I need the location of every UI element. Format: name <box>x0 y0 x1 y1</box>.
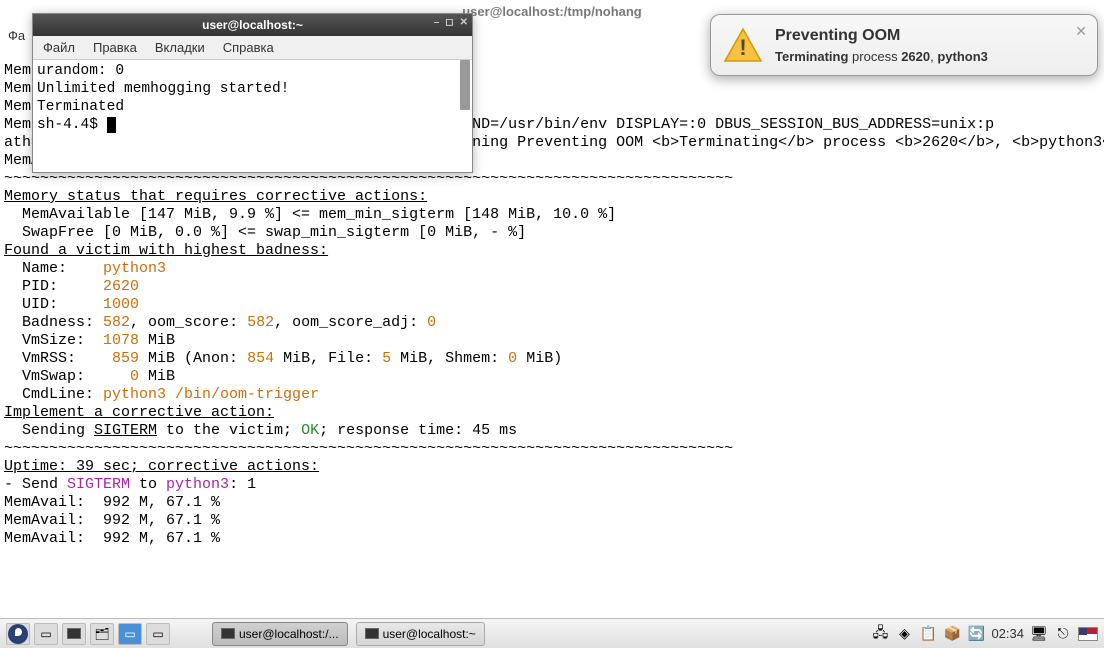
logout-tray-icon[interactable]: ⎋ <box>1054 625 1072 643</box>
terminal-icon <box>365 628 379 639</box>
victim-vmswap-label: VmSwap: <box>4 368 130 385</box>
maximize-button[interactable]: ◻ <box>445 17 453 28</box>
header-memstatus: Memory status that requires corrective a… <box>4 188 427 205</box>
taskbar: ▭ 🗂 ▭ ▭ user@localhost:/... user@localho… <box>0 618 1104 648</box>
mem-line: Mem <box>4 80 31 97</box>
victim-name-label: Name: <box>4 260 103 277</box>
taskbar-item-terminal-2[interactable]: user@localhost:~ <box>356 622 485 646</box>
victim-shmem: 0 <box>508 350 517 367</box>
notification-body: Terminating process 2620, python3 <box>775 49 1085 64</box>
ok-label: OK <box>301 422 319 439</box>
victim-pid-label: PID: <box>4 278 103 295</box>
floating-window-menubar: Файл Правка Вкладки Справка <box>33 36 472 60</box>
victim-cmd-label: CmdLine: <box>4 386 103 403</box>
memavail-line: MemAvail: 992 M, 67.1 % <box>4 512 220 529</box>
term-line: Unlimited memhogging started! <box>37 81 289 97</box>
swapfree-detail: SwapFree [0 MiB, 0.0 %] <= swap_min_sigt… <box>4 224 526 241</box>
victim-oomscore: 582 <box>247 314 274 331</box>
network-tray-icon[interactable]: 🖧 <box>871 625 889 643</box>
victim-cmd: python3 /bin/oom-trigger <box>103 386 319 403</box>
file-manager-launcher-icon[interactable]: 🗂 <box>90 623 114 645</box>
victim-name: python3 <box>103 260 166 277</box>
menu-help[interactable]: Справка <box>223 40 274 55</box>
warning-icon: ! <box>723 25 763 65</box>
package-tray-icon[interactable]: 📦 <box>943 625 961 643</box>
floating-terminal-body[interactable]: urandom: 0 Unlimited memhogging started!… <box>33 60 472 172</box>
summary-sigterm: SIGTERM <box>67 476 130 493</box>
notification-title: Preventing OOM <box>775 27 1085 45</box>
display-tray-icon[interactable]: 🖥 <box>1030 625 1048 643</box>
victim-badness-label: Badness: <box>4 314 103 331</box>
menu-file[interactable]: Файл <box>43 40 75 55</box>
header-corrective: Implement a corrective action: <box>4 404 274 421</box>
close-button[interactable]: ✕ <box>460 17 468 28</box>
menu-tabs[interactable]: Вкладки <box>155 40 205 55</box>
show-desktop-button[interactable]: ▭ <box>34 623 58 645</box>
svg-text:!: ! <box>739 35 746 60</box>
term-prompt: sh-4.4$ <box>37 117 107 133</box>
background-menu-fragment: Фа <box>8 28 25 43</box>
taskbar-item-label: user@localhost:~ <box>383 627 476 641</box>
floating-terminal-window[interactable]: user@localhost:~ – ◻ ✕ Файл Правка Вклад… <box>32 13 473 173</box>
scrollbar[interactable] <box>460 60 470 110</box>
victim-vmswap: 0 <box>130 368 139 385</box>
notification-close-icon[interactable]: ✕ <box>1075 23 1087 40</box>
notification-bubble[interactable]: ! Preventing OOM Terminating process 262… <box>710 14 1098 76</box>
victim-uid: 1000 <box>103 296 139 313</box>
floating-window-titlebar[interactable]: user@localhost:~ – ◻ ✕ <box>33 14 472 36</box>
victim-pid: 2620 <box>103 278 139 295</box>
mem-line: Mem <box>4 62 31 79</box>
memavail-detail: MemAvailable [147 MiB, 9.9 %] <= mem_min… <box>4 206 616 223</box>
menu-edit[interactable]: Правка <box>93 40 137 55</box>
taskbar-item-terminal-1[interactable]: user@localhost:/... <box>212 622 348 646</box>
cmd-tail: MMAND=/usr/bin/env DISPLAY=:0 DBUS_SESSI… <box>445 116 994 133</box>
taskbar-item-label: user@localhost:/... <box>239 627 339 641</box>
victim-anon: 854 <box>247 350 274 367</box>
floating-window-title: user@localhost:~ <box>202 18 303 32</box>
victim-badness: 582 <box>103 314 130 331</box>
audio-tray-icon[interactable]: ◈ <box>895 625 913 643</box>
victim-vmrss-label: VmRSS: <box>4 350 112 367</box>
victim-vmsize-label: VmSize: <box>4 332 103 349</box>
updates-tray-icon[interactable]: 🔄 <box>967 625 985 643</box>
start-menu-button[interactable] <box>6 623 30 645</box>
term-line: Terminated <box>37 99 124 115</box>
divider-line: ~~~~~~~~~~~~~~~~~~~~~~~~~~~~~~~~~~~~~~~~… <box>4 440 733 457</box>
memavail-line: MemAvail: 992 M, 67.1 % <box>4 494 220 511</box>
term-line: urandom: 0 <box>37 63 124 79</box>
clipboard-tray-icon[interactable]: 📋 <box>919 625 937 643</box>
victim-oomadj: 0 <box>427 314 436 331</box>
victim-vmrss: 859 <box>112 350 139 367</box>
workspace-1-button[interactable]: ▭ <box>118 623 142 645</box>
memavail-line: MemAvail: 992 M, 67.1 % <box>4 530 220 547</box>
victim-vmsize: 1078 <box>103 332 139 349</box>
header-victim: Found a victim with highest badness: <box>4 242 328 259</box>
cursor-icon <box>107 117 116 133</box>
header-uptime: Uptime: 39 sec; corrective actions: <box>4 458 319 475</box>
sigterm-label: SIGTERM <box>94 422 157 439</box>
mem-line: Mem <box>4 98 31 115</box>
clock[interactable]: 02:34 <box>991 626 1024 641</box>
terminal-icon <box>221 628 235 639</box>
victim-uid-label: UID: <box>4 296 103 313</box>
mem-line: Mem <box>4 116 31 133</box>
workspace-2-button[interactable]: ▭ <box>146 623 170 645</box>
keyboard-layout-flag-icon[interactable] <box>1078 627 1098 641</box>
victim-file: 5 <box>382 350 391 367</box>
minimize-button[interactable]: – <box>434 17 440 28</box>
summary-proc: python3 <box>166 476 229 493</box>
terminal-launcher-icon[interactable] <box>62 623 86 645</box>
